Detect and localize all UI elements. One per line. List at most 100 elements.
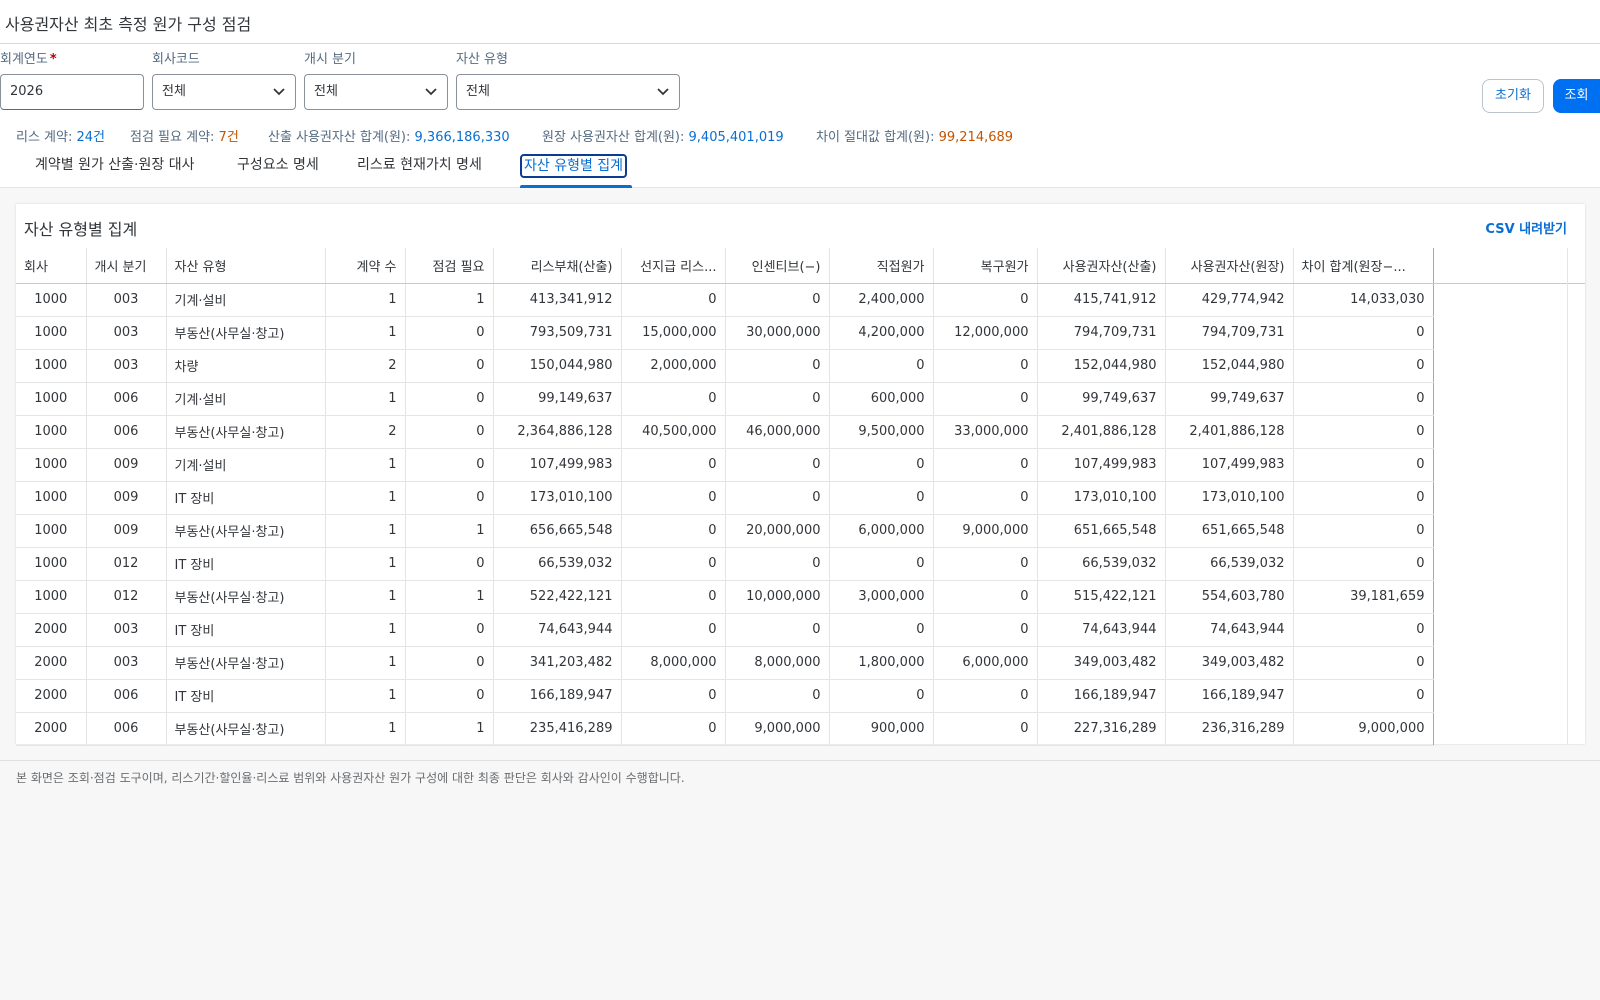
table-cell: 2000 — [16, 712, 87, 746]
asset-type-filter: 자산 유형 전체 — [456, 52, 680, 110]
company-code-label: 회사코드 — [152, 52, 200, 67]
column-header[interactable]: 차이 합계(원장−... — [1293, 248, 1434, 284]
table-cell: 0 — [405, 448, 494, 482]
table-cell: 0 — [725, 547, 830, 581]
table-cell: 74,643,944 — [493, 613, 622, 647]
reset-button[interactable]: 초기화 — [1482, 79, 1544, 113]
table-cell: 15,000,000 — [621, 316, 726, 350]
column-header[interactable]: 인센티브(−) — [725, 248, 830, 284]
table-cell: 9,500,000 — [829, 415, 934, 449]
csv-download-link[interactable]: CSV 내려받기 — [1485, 218, 1567, 237]
company-code-select[interactable]: 전체 — [152, 74, 296, 110]
search-button[interactable]: 조회 — [1553, 79, 1600, 113]
table-cell: 107,499,983 — [1165, 448, 1294, 482]
table-row[interactable]: 2000 003 부동산(사무실·창고) 1 0 341,203,482 8,000,000… — [16, 646, 1434, 680]
table-cell: 009 — [86, 448, 167, 482]
column-header[interactable]: 선지급 리스... — [621, 248, 726, 284]
table-cell: 0 — [405, 547, 494, 581]
summary-diff-total: 차이 절대값 합계(원): 99,214,689 — [816, 130, 1014, 145]
table-cell: 6,000,000 — [829, 514, 934, 548]
table-cell: 10,000,000 — [725, 580, 830, 614]
table-row[interactable]: 1000 003 기계·설비 1 1 413,341,912 0 0 2,400,000 0 415… — [16, 283, 1434, 317]
column-header[interactable]: 직접원가 — [829, 248, 934, 284]
app-header: 사용권자산 최초 측정 원가 구성 점검 — [0, 0, 1600, 44]
column-header[interactable]: 복구원가 — [933, 248, 1038, 284]
table-cell: 부동산(사무실·창고) — [166, 646, 326, 680]
table-cell: 1 — [405, 712, 494, 746]
table-cell: 235,416,289 — [493, 712, 622, 746]
table-cell: 0 — [829, 349, 934, 383]
column-header[interactable]: 개시 분기 — [86, 248, 167, 284]
tab-lease-pv-detail[interactable]: 리스료 현재가치 명세 — [357, 154, 482, 178]
table-cell: 003 — [86, 283, 167, 317]
table-row[interactable]: 1000 012 부동산(사무실·창고) 1 1 522,422,121 0 10,000,0… — [16, 580, 1434, 614]
summary-review: 점검 필요 계약: 7건 — [130, 130, 239, 145]
table-cell: 0 — [725, 481, 830, 515]
company-code-value: 전체 — [162, 84, 186, 99]
fiscal-year-label: 회계연도 — [0, 52, 48, 67]
table-cell: 0 — [405, 613, 494, 647]
table-cell: 1 — [325, 514, 406, 548]
table-cell: 413,341,912 — [493, 283, 622, 317]
table-row[interactable]: 1000 009 부동산(사무실·창고) 1 1 656,665,548 0 20,000,0… — [16, 514, 1434, 548]
table-filler — [1433, 248, 1585, 744]
table-row[interactable]: 1000 009 기계·설비 1 0 107,499,983 0 0 0 0 107,499,983… — [16, 448, 1434, 482]
active-tab-indicator — [520, 185, 632, 188]
table-cell: 651,665,548 — [1165, 514, 1294, 548]
column-header[interactable]: 회사 — [16, 248, 87, 284]
table-cell: 1 — [325, 547, 406, 581]
table-cell: 006 — [86, 382, 167, 416]
table-cell: 74,643,944 — [1165, 613, 1294, 647]
table-row[interactable]: 1000 009 IT 장비 1 0 173,010,100 0 0 0 0 173,010,100… — [16, 481, 1434, 515]
table-cell: 1 — [325, 613, 406, 647]
column-header[interactable]: 사용권자산(산출) — [1037, 248, 1166, 284]
column-header[interactable]: 계약 수 — [325, 248, 406, 284]
column-header[interactable]: 점검 필요 — [405, 248, 494, 284]
table-cell: 2,400,000 — [829, 283, 934, 317]
table-cell: 1 — [325, 382, 406, 416]
tab-asset-type-summary[interactable]: 자산 유형별 집계 — [520, 154, 628, 178]
company-code-filter: 회사코드 전체 — [152, 52, 296, 110]
table-row[interactable]: 1000 006 기계·설비 1 0 99,149,637 0 0 600,000 0 99,749… — [16, 382, 1434, 416]
start-quarter-select[interactable]: 전체 — [304, 74, 448, 110]
table-cell: 0 — [1293, 349, 1434, 383]
table-cell: 9,000,000 — [933, 514, 1038, 548]
column-header[interactable]: 사용권자산(원장) — [1165, 248, 1294, 284]
table-cell: 166,189,947 — [1165, 679, 1294, 713]
table-cell: 349,003,482 — [1165, 646, 1294, 680]
column-header[interactable]: 리스부채(산출) — [493, 248, 622, 284]
table-cell: 003 — [86, 646, 167, 680]
table-cell: 107,499,983 — [1037, 448, 1166, 482]
asset-type-label: 자산 유형 — [456, 52, 508, 67]
table-row[interactable]: 1000 003 차량 2 0 150,044,980 2,000,000 0 0 0 152,04… — [16, 349, 1434, 383]
table-cell: 33,000,000 — [933, 415, 1038, 449]
table-cell: 173,010,100 — [1037, 481, 1166, 515]
table-cell: 651,665,548 — [1037, 514, 1166, 548]
start-quarter-filter: 개시 분기 전체 — [304, 52, 448, 110]
table-cell: 1000 — [16, 415, 87, 449]
tab-component-detail[interactable]: 구성요소 명세 — [237, 154, 319, 178]
asset-type-select[interactable]: 전체 — [456, 74, 680, 110]
table-cell: 173,010,100 — [1165, 481, 1294, 515]
table-row[interactable]: 2000 003 IT 장비 1 0 74,643,944 0 0 0 0 74,643,944 74… — [16, 613, 1434, 647]
table-cell: 0 — [621, 382, 726, 416]
table-cell: 1000 — [16, 481, 87, 515]
table-row[interactable]: 2000 006 IT 장비 1 0 166,189,947 0 0 0 0 166,189,947… — [16, 679, 1434, 713]
table-cell: 349,003,482 — [1037, 646, 1166, 680]
table-cell: 0 — [1293, 646, 1434, 680]
fiscal-year-input[interactable]: 2026 — [0, 74, 144, 110]
table-row[interactable]: 1000 006 부동산(사무실·창고) 2 0 2,364,886,128 40,500,… — [16, 415, 1434, 449]
table-cell: 0 — [405, 316, 494, 350]
summary-ledger-total: 원장 사용권자산 합계(원): 9,405,401,019 — [542, 130, 784, 145]
table-row[interactable]: 1000 012 IT 장비 1 0 66,539,032 0 0 0 0 66,539,032 66… — [16, 547, 1434, 581]
chevron-down-icon — [273, 75, 285, 96]
table-row[interactable]: 2000 006 부동산(사무실·창고) 1 1 235,416,289 0 9,000,00… — [16, 712, 1434, 746]
column-header[interactable]: 자산 유형 — [166, 248, 326, 284]
table-cell: 173,010,100 — [493, 481, 622, 515]
tab-contract-reconciliation[interactable]: 계약별 원가 산출·원장 대사 — [35, 154, 194, 178]
table-row[interactable]: 1000 003 부동산(사무실·창고) 1 0 793,509,731 15,000,00… — [16, 316, 1434, 350]
summary-card: 자산 유형별 집계 CSV 내려받기 회사 개시 분기 자산 유형 계약 수 점… — [16, 204, 1585, 746]
table-cell: 0 — [405, 415, 494, 449]
table-cell: 0 — [933, 481, 1038, 515]
table-cell: 0 — [621, 514, 726, 548]
